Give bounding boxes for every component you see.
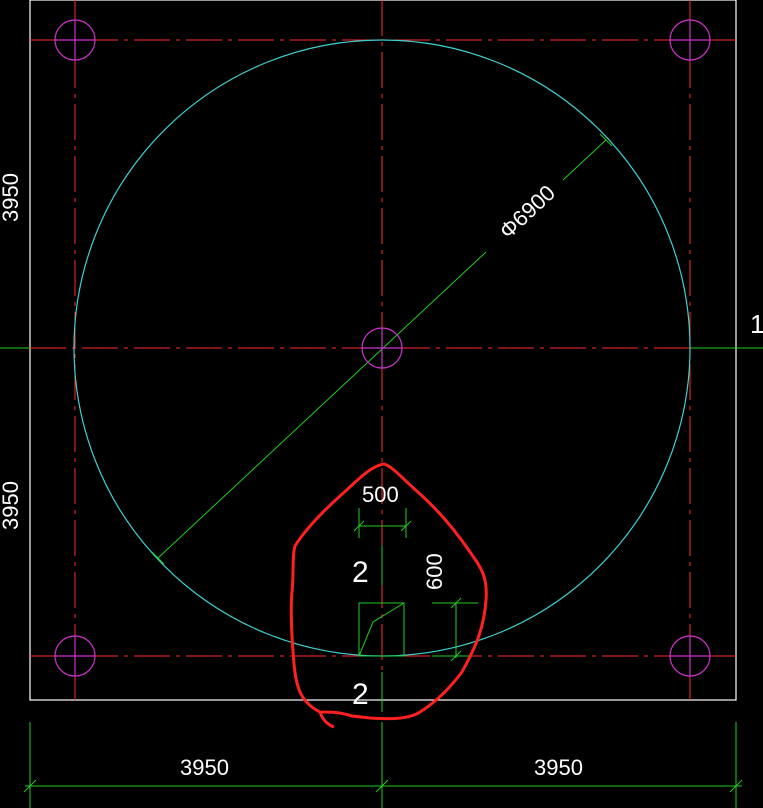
pile-center[interactable] [361,327,403,369]
dim-left-lower-label: 3950 [0,481,23,530]
dim-left-upper-label: 3950 [0,173,23,222]
pile-bottom-left[interactable] [54,635,96,677]
pile-top-right[interactable] [669,19,711,61]
pile-bottom-right[interactable] [669,635,711,677]
axis-number-label: 1 [750,309,763,339]
pile-top-left[interactable] [54,19,96,61]
cad-drawing-canvas[interactable]: 1 Φ6900 500 600 2 2 3950 3950 3950 3950 [0,0,763,808]
opening-width-label: 500 [362,482,399,507]
opening-height-label: 600 [422,553,447,590]
section-mark-bottom: 2 [352,678,369,711]
dim-bottom-left-label: 3950 [180,755,229,780]
dim-bottom-right-label: 3950 [534,755,583,780]
section-mark-top: 2 [352,556,369,589]
